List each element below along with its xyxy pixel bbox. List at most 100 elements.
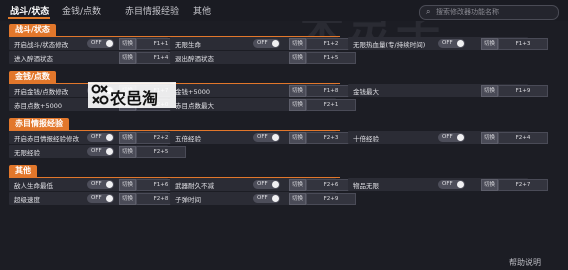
cheat-option[interactable]: 五倍经验 OFF 切换 F2+3	[170, 131, 356, 144]
option-label: 无限生命	[175, 41, 201, 49]
hotkey-field[interactable]: F2+9	[306, 193, 356, 205]
hotkey-action-button[interactable]: 切换	[119, 193, 136, 205]
toggle-knob	[106, 40, 113, 47]
cheat-option[interactable]: 金钱+5000 切换 F1+8	[170, 84, 356, 97]
hotkey-field[interactable]: F2+7	[498, 179, 548, 191]
help-link[interactable]: 帮助说明	[509, 257, 541, 268]
hotkey-action-button[interactable]: 切换	[119, 132, 136, 144]
cheat-option[interactable]: 敌人生命最低 OFF 切换 F1+6	[9, 178, 186, 191]
brand-logo: 农邑淘	[88, 82, 176, 108]
option-label: 无限热血量(专/持续时间)	[353, 41, 426, 49]
cheat-option[interactable]: 无限经验 OFF 切换 F2+5	[9, 145, 186, 158]
toggle-state-label: OFF	[91, 40, 102, 46]
option-toggle[interactable]: OFF	[87, 147, 114, 156]
logo-text: 农邑淘	[110, 89, 159, 108]
cheat-option[interactable]: 无限生命 OFF 切换 F1+2	[170, 37, 356, 50]
hotkey-field[interactable]: F1+5	[306, 52, 356, 64]
section-header: 战斗/状态	[9, 24, 56, 36]
option-label: 进入醉酒状态	[14, 55, 53, 63]
hotkey-action-button[interactable]: 切换	[289, 99, 306, 111]
cheat-option[interactable]: 无限热血量(专/持续时间) OFF 切换 F1+3	[348, 37, 548, 50]
top-nav: 战斗/状态 金钱/点数 赤目情报经验 其他 ⌕ 搜索修改器功能名称	[0, 0, 568, 21]
toggle-knob	[106, 181, 113, 188]
toggle-knob	[106, 195, 113, 202]
option-toggle[interactable]: OFF	[87, 133, 114, 142]
option-label: 无限经验	[14, 149, 40, 157]
toggle-state-label: OFF	[442, 181, 453, 187]
option-label: 五倍经验	[175, 135, 201, 143]
option-toggle[interactable]: OFF	[438, 180, 465, 189]
option-toggle[interactable]: OFF	[87, 180, 114, 189]
option-toggle[interactable]: OFF	[87, 194, 114, 203]
option-toggle[interactable]: OFF	[438, 39, 465, 48]
option-label: 赤目点数最大	[175, 102, 214, 110]
tab-other[interactable]: 其他	[193, 4, 211, 17]
hotkey-field[interactable]: F2+1	[306, 99, 356, 111]
hotkey-field[interactable]: F1+3	[498, 38, 548, 50]
search-placeholder: 搜索修改器功能名称	[436, 8, 499, 16]
toggle-state-label: OFF	[257, 40, 268, 46]
option-label: 物品无限	[353, 182, 379, 190]
hotkey-action-button[interactable]: 切换	[119, 52, 136, 64]
search-input[interactable]: ⌕ 搜索修改器功能名称	[419, 5, 559, 20]
logo-mark-icon	[91, 84, 109, 105]
hotkey-action-button[interactable]: 切换	[119, 179, 136, 191]
option-label: 退出醉酒状态	[175, 55, 214, 63]
hotkey-action-button[interactable]: 切换	[119, 38, 136, 50]
toggle-knob	[457, 40, 464, 47]
option-label: 赤目点数+5000	[14, 102, 62, 110]
hotkey-field[interactable]: F2+5	[136, 146, 186, 158]
cheat-option[interactable]: 物品无限 OFF 切换 F2+7	[348, 178, 548, 191]
option-label: 十倍经验	[353, 135, 379, 143]
hotkey-action-button[interactable]: 切换	[289, 132, 306, 144]
toggle-knob	[457, 134, 464, 141]
option-toggle[interactable]: OFF	[253, 180, 280, 189]
cheat-option[interactable]: 子弹时间 OFF 切换 F2+9	[170, 192, 356, 205]
tab-money[interactable]: 金钱/点数	[62, 4, 101, 17]
option-label: 开启赤目情报经验修改	[14, 135, 79, 143]
option-label: 敌人生命最低	[14, 182, 53, 190]
toggle-knob	[272, 134, 279, 141]
cheat-option[interactable]: 进入醉酒状态 切换 F1+4	[9, 51, 186, 64]
toggle-state-label: OFF	[442, 40, 453, 46]
hotkey-field[interactable]: F2+4	[498, 132, 548, 144]
cheat-option[interactable]: 退出醉酒状态 切换 F1+5	[170, 51, 356, 64]
cheat-option[interactable]: 赤目点数最大 切换 F2+1	[170, 98, 356, 111]
option-label: 开启金钱/点数修改	[14, 88, 69, 96]
hotkey-action-button[interactable]: 切换	[289, 52, 306, 64]
cheat-option[interactable]: 超级速度 OFF 切换 F2+8	[9, 192, 186, 205]
cheat-option[interactable]: 开启战斗/状态修改 OFF 切换 F1+1	[9, 37, 186, 50]
toggle-state-label: OFF	[91, 134, 102, 140]
option-toggle[interactable]: OFF	[253, 133, 280, 142]
toggle-state-label: OFF	[257, 195, 268, 201]
option-toggle[interactable]: OFF	[438, 133, 465, 142]
toggle-state-label: OFF	[442, 134, 453, 140]
option-toggle[interactable]: OFF	[253, 194, 280, 203]
tab-combat[interactable]: 战斗/状态	[10, 4, 49, 17]
toggle-knob	[106, 148, 113, 155]
option-toggle[interactable]: OFF	[87, 39, 114, 48]
cheat-option[interactable]: 开启赤目情报经验修改 OFF 切换 F2+2	[9, 131, 186, 144]
toggle-knob	[272, 40, 279, 47]
hotkey-action-button[interactable]: 切换	[481, 38, 498, 50]
option-label: 超级速度	[14, 196, 40, 204]
cheat-option[interactable]: 金钱最大 切换 F1+9	[348, 84, 548, 97]
section-header: 金钱/点数	[9, 71, 56, 83]
hotkey-action-button[interactable]: 切换	[289, 193, 306, 205]
cheat-option[interactable]: 武器耐久不减 OFF 切换 F2+6	[170, 178, 356, 191]
toggle-state-label: OFF	[91, 181, 102, 187]
hotkey-action-button[interactable]: 切换	[481, 179, 498, 191]
hotkey-action-button[interactable]: 切换	[119, 146, 136, 158]
cheat-option[interactable]: 十倍经验 OFF 切换 F2+4	[348, 131, 548, 144]
option-toggle[interactable]: OFF	[253, 39, 280, 48]
hotkey-action-button[interactable]: 切换	[481, 85, 498, 97]
hotkey-field[interactable]: F1+9	[498, 85, 548, 97]
option-label: 武器耐久不减	[175, 182, 214, 190]
toggle-state-label: OFF	[91, 195, 102, 201]
hotkey-action-button[interactable]: 切换	[289, 38, 306, 50]
hotkey-action-button[interactable]: 切换	[289, 179, 306, 191]
hotkey-action-button[interactable]: 切换	[481, 132, 498, 144]
hotkey-action-button[interactable]: 切换	[289, 85, 306, 97]
search-icon: ⌕	[426, 7, 431, 16]
tab-intel-exp[interactable]: 赤目情报经验	[125, 4, 179, 17]
